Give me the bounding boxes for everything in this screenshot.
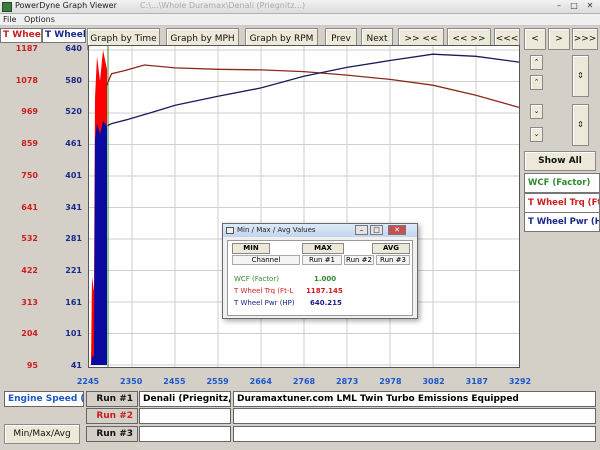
run1-vehicle[interactable]: Denali (Priegnitz, nic bbox=[139, 391, 231, 407]
window-title: PowerDyne Graph Viewer bbox=[15, 1, 117, 10]
y-pwr-tick-label: 341 bbox=[65, 202, 82, 212]
dialog-col-run1: Run #1 bbox=[302, 255, 342, 265]
maximize-icon[interactable]: □ bbox=[567, 1, 581, 12]
title-bar: PowerDyne Graph Viewer C:\...\Whole Dura… bbox=[0, 0, 600, 14]
scroll-left-button[interactable]: < bbox=[524, 28, 546, 50]
y-trq-tick-label: 422 bbox=[21, 265, 38, 275]
dialog-row-trq-run1: 1187.145 bbox=[306, 287, 343, 295]
y-trq-tick-label: 750 bbox=[21, 170, 38, 180]
x-channel-select[interactable]: Engine Speed (RI bbox=[4, 391, 84, 407]
graph-viewer-window: PowerDyne Graph Viewer C:\...\Whole Dura… bbox=[0, 0, 600, 450]
show-all-button[interactable]: Show All bbox=[524, 151, 596, 171]
run3-description[interactable] bbox=[233, 426, 596, 442]
pwr-axis-header[interactable]: T Wheel Pwr bbox=[42, 28, 86, 43]
x-tick-label: 2350 bbox=[120, 377, 143, 386]
dialog-avg-button[interactable]: AVG bbox=[372, 243, 410, 254]
dialog-col-run2: Run #2 bbox=[344, 255, 374, 265]
plot-area[interactable] bbox=[88, 45, 520, 368]
minimize-icon[interactable]: – bbox=[552, 1, 566, 12]
y-pwr-tick-label: 640 bbox=[65, 44, 82, 53]
run2-label: Run #2 bbox=[86, 408, 138, 424]
y-trq-tick-label: 204 bbox=[21, 329, 38, 339]
dialog-row-wcf-run1: 1.000 bbox=[314, 275, 337, 283]
scroll-up-fast-button[interactable]: ⌃ bbox=[530, 75, 543, 90]
dialog-maximize-icon[interactable]: □ bbox=[370, 225, 383, 235]
y-pwr-tick-label: 520 bbox=[65, 107, 82, 117]
dialog-row-trq-name: T Wheel Trq (Ft-L bbox=[234, 287, 294, 295]
dialog-row-pwr-name: T Wheel Pwr (HP) bbox=[234, 299, 295, 307]
scroll-up-button[interactable]: ⌃ bbox=[530, 55, 543, 70]
x-tick-label: 2455 bbox=[163, 377, 186, 386]
y-trq-tick-label: 313 bbox=[21, 297, 38, 307]
dialog-row-wcf-name: WCF (Factor) bbox=[234, 275, 279, 283]
run1-label: Run #1 bbox=[86, 391, 138, 407]
run2-vehicle[interactable] bbox=[139, 408, 231, 424]
zoom-y-in-button[interactable]: ⇕ bbox=[572, 55, 589, 97]
y-pwr-tick-label: 281 bbox=[65, 234, 82, 244]
x-tick-label: 2559 bbox=[206, 377, 229, 386]
x-tick-label: 2245 bbox=[76, 377, 100, 386]
dialog-close-icon[interactable]: ✕ bbox=[388, 225, 406, 235]
y-trq-tick-label: 641 bbox=[21, 202, 38, 212]
x-tick-label: 2873 bbox=[336, 377, 359, 386]
y-pwr-tick-label: 461 bbox=[65, 139, 82, 149]
app-icon bbox=[2, 2, 12, 12]
y-pwr-tick-label: 221 bbox=[65, 265, 82, 275]
y-trq-tick-label: 532 bbox=[21, 234, 38, 244]
trq-axis-header[interactable]: T Wheel Trq bbox=[0, 28, 42, 43]
menu-options[interactable]: Options bbox=[24, 15, 55, 24]
y-trq-tick-label: 1187 bbox=[15, 44, 38, 53]
min-max-avg-button[interactable]: Min/Max/Avg bbox=[4, 424, 80, 444]
dialog-values-panel: MIN MAX AVG Channel Run #1 Run #2 Run #3… bbox=[227, 240, 413, 316]
run3-vehicle[interactable] bbox=[139, 426, 231, 442]
dialog-minimize-icon[interactable]: – bbox=[355, 225, 368, 235]
dialog-title-bar[interactable]: Min / Max / Avg Values – □ ✕ bbox=[223, 224, 417, 237]
menu-bar: File Options bbox=[0, 14, 600, 26]
run1-description[interactable]: Duramaxtuner.com LML Twin Turbo Emission… bbox=[233, 391, 596, 407]
dialog-col-run3: Run #3 bbox=[376, 255, 410, 265]
scroll-far-right-button[interactable]: >>> bbox=[572, 28, 598, 50]
x-tick-label: 3082 bbox=[422, 377, 445, 386]
y-pwr-tick-label: 101 bbox=[65, 329, 82, 339]
x-tick-label: 2768 bbox=[292, 377, 316, 386]
dialog-min-button[interactable]: MIN bbox=[232, 243, 270, 254]
window-title-path: C:\...\Whole Duramax\Denali (Priegnitz..… bbox=[140, 1, 306, 10]
scroll-down-button[interactable]: ⌄ bbox=[530, 104, 543, 119]
x-tick-label: 2664 bbox=[249, 377, 272, 386]
y-pwr-tick-label: 401 bbox=[65, 170, 82, 180]
pwr-series-line bbox=[107, 53, 519, 127]
trq-series-line bbox=[104, 64, 519, 109]
y-pwr-tick-label: 161 bbox=[65, 297, 82, 307]
dialog-window-icon bbox=[226, 227, 234, 234]
y-trq-tick-label: 95 bbox=[26, 361, 38, 370]
min-max-avg-dialog[interactable]: Min / Max / Avg Values – □ ✕ MIN MAX AVG… bbox=[222, 223, 418, 319]
y-trq-tick-label: 969 bbox=[21, 107, 38, 117]
scroll-down-fast-button[interactable]: ⌄ bbox=[530, 127, 543, 142]
x-tick-label: 2978 bbox=[379, 377, 402, 386]
x-tick-label: 3187 bbox=[465, 377, 488, 386]
dialog-title: Min / Max / Avg Values bbox=[237, 226, 316, 234]
dialog-row-pwr-run1: 640.215 bbox=[310, 299, 342, 307]
dialog-max-button[interactable]: MAX bbox=[302, 243, 344, 254]
scroll-right-button[interactable]: > bbox=[548, 28, 570, 50]
run3-label: Run #3 bbox=[86, 426, 138, 442]
zoom-y-out-button[interactable]: ⇕ bbox=[572, 104, 589, 146]
legend-trq[interactable]: T Wheel Trq (Ft-L bbox=[524, 193, 600, 213]
legend-pwr[interactable]: T Wheel Pwr (HP bbox=[524, 212, 600, 232]
y-trq-tick-label: 859 bbox=[21, 139, 38, 149]
y-trq-tick-label: 1078 bbox=[15, 75, 38, 85]
y-pwr-tick-label: 41 bbox=[70, 361, 82, 370]
close-icon[interactable]: ✕ bbox=[583, 1, 597, 12]
x-tick-label: 3292 bbox=[508, 377, 532, 386]
run2-description[interactable] bbox=[233, 408, 596, 424]
y-pwr-tick-label: 580 bbox=[65, 75, 82, 85]
menu-file[interactable]: File bbox=[3, 15, 16, 24]
legend-wcf[interactable]: WCF (Factor) bbox=[524, 173, 600, 193]
dialog-col-channel: Channel bbox=[232, 255, 300, 265]
